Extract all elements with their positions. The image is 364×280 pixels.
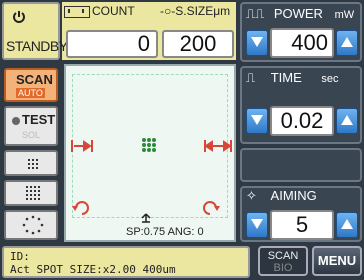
pattern-preview: SP:0.75 ANG: 0 — [64, 64, 236, 242]
aiming-label: AIMING — [270, 188, 317, 203]
time-icon: ⎍ — [246, 70, 256, 85]
preview-canvas — [71, 138, 232, 223]
time-decrease-button[interactable] — [246, 108, 268, 134]
time-label: TIME — [270, 70, 302, 85]
status-label: STANDBY — [6, 38, 68, 54]
power-icon-glyph: ⎍⎍ — [246, 6, 265, 21]
scan-bio-label-line1: SCAN — [267, 250, 299, 262]
info-box: ID: Act SPOT SIZE:x2.00 400um — [2, 246, 250, 278]
rotate-right-icon — [203, 201, 220, 215]
count-header: COUNT — [64, 4, 164, 24]
arrow-up-icon — [341, 37, 353, 47]
arrow-down-icon — [251, 37, 263, 47]
arrow-down-icon — [251, 115, 263, 125]
spot-size-label: S.SIZEμm — [175, 4, 231, 18]
aiming-decrease-button[interactable] — [246, 212, 268, 238]
arrow-up-icon — [341, 115, 353, 125]
counter-icon — [64, 5, 90, 18]
test-button[interactable]: TEST SOL — [4, 106, 58, 146]
power-increase-button[interactable] — [336, 30, 358, 56]
power-decrease-button[interactable] — [246, 30, 268, 56]
aiming-value: 5 — [270, 210, 334, 240]
test-label: TEST — [22, 112, 56, 127]
expand-arrows-icon — [204, 140, 232, 152]
grid-3x3-icon — [28, 159, 38, 169]
arrow-up-icon — [341, 219, 353, 229]
count-display: 0 — [66, 30, 158, 58]
rotate-left-icon — [72, 201, 89, 215]
act-spot-size-line: Act SPOT SIZE:x2.00 400um — [10, 263, 176, 276]
test-indicator-icon — [12, 117, 20, 125]
time-value: 0.02 — [270, 106, 334, 136]
pattern-circle-button[interactable] — [4, 210, 58, 240]
scan-bio-button[interactable]: SCAN BIO — [258, 246, 308, 276]
time-unit: sec — [321, 73, 339, 85]
aiming-panel: ✧ AIMING 5 — [240, 186, 362, 242]
menu-button[interactable]: MENU — [312, 246, 362, 276]
empty-panel — [240, 148, 362, 182]
spot-size-header: -○-S.SIZEμm — [160, 4, 240, 24]
pattern-grid-small-button[interactable] — [4, 150, 58, 176]
standby-button[interactable]: STANDBY — [2, 2, 68, 60]
center-marker-icon — [141, 213, 151, 223]
arrow-down-icon — [251, 219, 263, 229]
count-label: COUNT — [92, 4, 135, 18]
power-label: POWER — [273, 6, 323, 21]
time-increase-button[interactable] — [336, 108, 358, 134]
scan-bio-label-line2: BIO — [273, 262, 293, 274]
circle-pattern-icon — [22, 215, 44, 235]
spot-pattern-grid — [142, 138, 156, 152]
pattern-grid-large-button[interactable] — [4, 180, 58, 206]
id-line: ID: — [10, 250, 30, 263]
spot-size-icon: -○- — [160, 4, 176, 18]
test-sol-label: SOL — [22, 130, 41, 140]
spot-size-display[interactable]: 200 — [162, 30, 234, 58]
shrink-arrows-icon — [71, 140, 93, 152]
time-panel: ⎍ TIME sec 0.02 — [240, 66, 362, 144]
power-value: 400 — [270, 28, 334, 58]
power-unit: mW — [334, 9, 355, 21]
aiming-icon: ✧ — [246, 188, 257, 203]
scan-auto-button[interactable]: SCAN AUTO — [4, 68, 58, 102]
power-panel: ⎍⎍ POWER mW 400 — [240, 2, 362, 62]
power-icon — [13, 11, 25, 23]
scan-auto-label: AUTO — [16, 88, 45, 98]
sp-ang-readout: SP:0.75 ANG: 0 — [126, 226, 204, 238]
aiming-increase-button[interactable] — [336, 212, 358, 238]
scan-label: SCAN — [16, 72, 53, 87]
grid-5x5-icon — [26, 186, 40, 200]
